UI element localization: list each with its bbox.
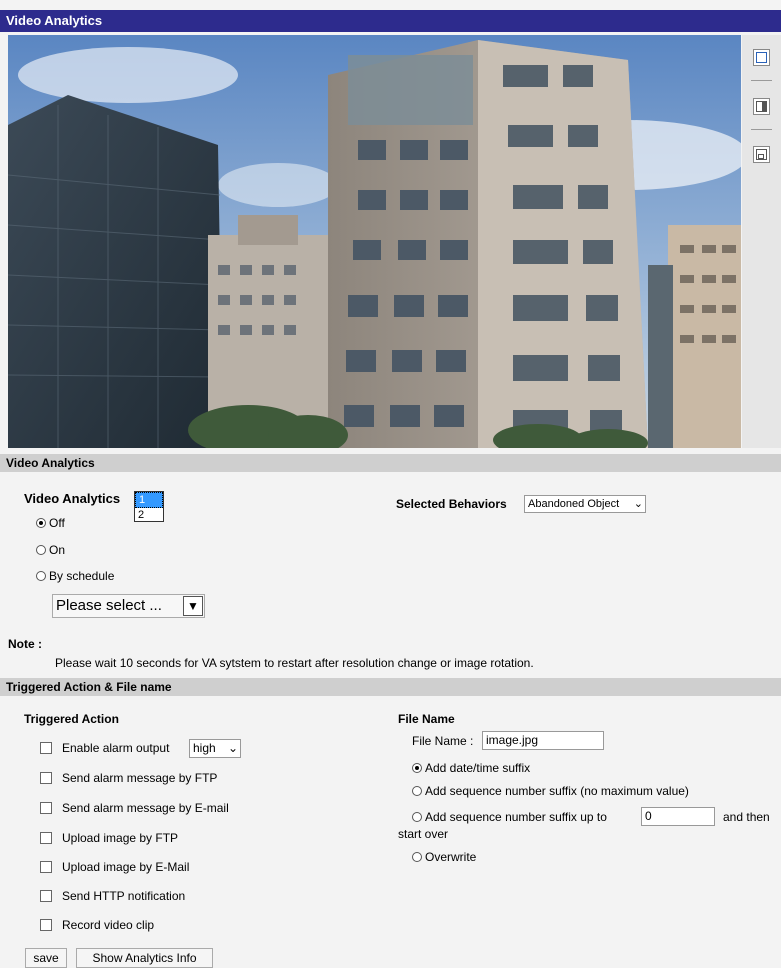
va-mode-label: On <box>49 543 66 557</box>
action-label: Upload image by E-Mail <box>62 860 190 874</box>
va-mode-on[interactable]: On <box>36 543 65 557</box>
chevron-down-icon: ⌄ <box>227 741 238 755</box>
va-mode-label: Off <box>49 516 65 530</box>
action-enable-alarm[interactable]: Enable alarm output <box>40 741 169 755</box>
file-option-label: Overwrite <box>425 850 477 864</box>
va-channel-option[interactable]: 1 <box>135 492 163 508</box>
file-option-label: Add sequence number suffix (no maximum v… <box>425 784 689 798</box>
action-label: Send HTTP notification <box>62 889 186 903</box>
file-name-label: File Name : <box>412 734 474 748</box>
radio-icon[interactable] <box>412 852 422 862</box>
window-title: Video Analytics <box>0 10 781 32</box>
view-tools-panel <box>742 35 781 448</box>
action-upload-email[interactable]: Upload image by E-Mail <box>40 860 189 874</box>
radio-icon[interactable] <box>412 812 422 822</box>
alarm-level-value: high <box>193 741 216 755</box>
checkbox-icon[interactable] <box>40 890 52 902</box>
alarm-level-select[interactable]: high ⌄ <box>189 739 241 758</box>
file-option-datetime[interactable]: Add date/time suffix <box>412 761 530 775</box>
action-label: Send alarm message by E-mail <box>62 801 229 815</box>
note-text: Please wait 10 seconds for VA sytstem to… <box>55 656 534 670</box>
radio-icon[interactable] <box>36 518 46 528</box>
va-channel-list[interactable]: 1 2 <box>134 491 164 522</box>
va-label: Video Analytics <box>24 491 121 506</box>
action-label: Record video clip <box>62 918 155 932</box>
action-alarm-email[interactable]: Send alarm message by E-mail <box>40 801 229 815</box>
split-view-icon[interactable] <box>753 98 770 115</box>
seq-max-input[interactable]: 0 <box>641 807 715 826</box>
va-channel-option[interactable]: 2 <box>135 508 163 522</box>
va-mode-off[interactable]: Off <box>36 516 65 530</box>
single-view-icon[interactable] <box>753 49 770 66</box>
file-option-label: Add date/time suffix <box>425 761 531 775</box>
and-then-text: and then <box>723 810 770 824</box>
action-http-notification[interactable]: Send HTTP notification <box>40 889 185 903</box>
checkbox-icon[interactable] <box>40 919 52 931</box>
checkbox-icon[interactable] <box>40 832 52 844</box>
file-option-seq-unlimited[interactable]: Add sequence number suffix (no maximum v… <box>412 784 689 798</box>
file-option-overwrite[interactable]: Overwrite <box>412 850 476 864</box>
checkbox-icon[interactable] <box>40 802 52 814</box>
action-label: Upload image by FTP <box>62 831 179 845</box>
action-label: Enable alarm output <box>62 741 170 755</box>
action-label: Send alarm message by FTP <box>62 771 218 785</box>
file-name-title: File Name <box>398 712 455 726</box>
camera-live-view[interactable] <box>8 35 741 448</box>
behaviors-label: Selected Behaviors <box>396 497 507 511</box>
schedule-select[interactable]: Please select ... ▼ <box>52 594 205 618</box>
action-section-header: Triggered Action & File name <box>0 678 781 696</box>
behaviors-select-value: Abandoned Object <box>528 498 620 510</box>
radio-icon[interactable] <box>36 545 46 555</box>
note-label: Note : <box>8 637 42 651</box>
triggered-action-title: Triggered Action <box>24 712 119 726</box>
behaviors-select[interactable]: Abandoned Object ⌄ <box>524 495 646 513</box>
start-over-text: start over <box>398 827 449 841</box>
tool-divider <box>751 129 772 130</box>
file-option-label: Add sequence number suffix up to <box>425 810 607 824</box>
va-section-header: Video Analytics <box>0 454 781 472</box>
checkbox-icon[interactable] <box>40 772 52 784</box>
checkbox-icon[interactable] <box>40 742 52 754</box>
action-record-clip[interactable]: Record video clip <box>40 918 154 932</box>
file-name-input[interactable]: image.jpg <box>482 731 604 750</box>
va-mode-label: By schedule <box>49 569 115 583</box>
radio-icon[interactable] <box>412 763 422 773</box>
tool-divider <box>751 80 772 81</box>
file-option-seq-max[interactable]: Add sequence number suffix up to <box>412 810 607 824</box>
radio-icon[interactable] <box>412 786 422 796</box>
action-alarm-ftp[interactable]: Send alarm message by FTP <box>40 771 217 785</box>
va-mode-schedule[interactable]: By schedule <box>36 569 114 583</box>
chevron-down-icon: ⌄ <box>633 498 643 510</box>
schedule-select-value: Please select ... <box>56 597 162 614</box>
picture-in-picture-icon[interactable] <box>753 146 770 163</box>
chevron-down-icon[interactable]: ▼ <box>183 596 203 616</box>
save-button[interactable]: save <box>25 948 67 968</box>
checkbox-icon[interactable] <box>40 861 52 873</box>
action-upload-ftp[interactable]: Upload image by FTP <box>40 831 178 845</box>
radio-icon[interactable] <box>36 571 46 581</box>
show-analytics-info-button[interactable]: Show Analytics Info <box>76 948 213 968</box>
